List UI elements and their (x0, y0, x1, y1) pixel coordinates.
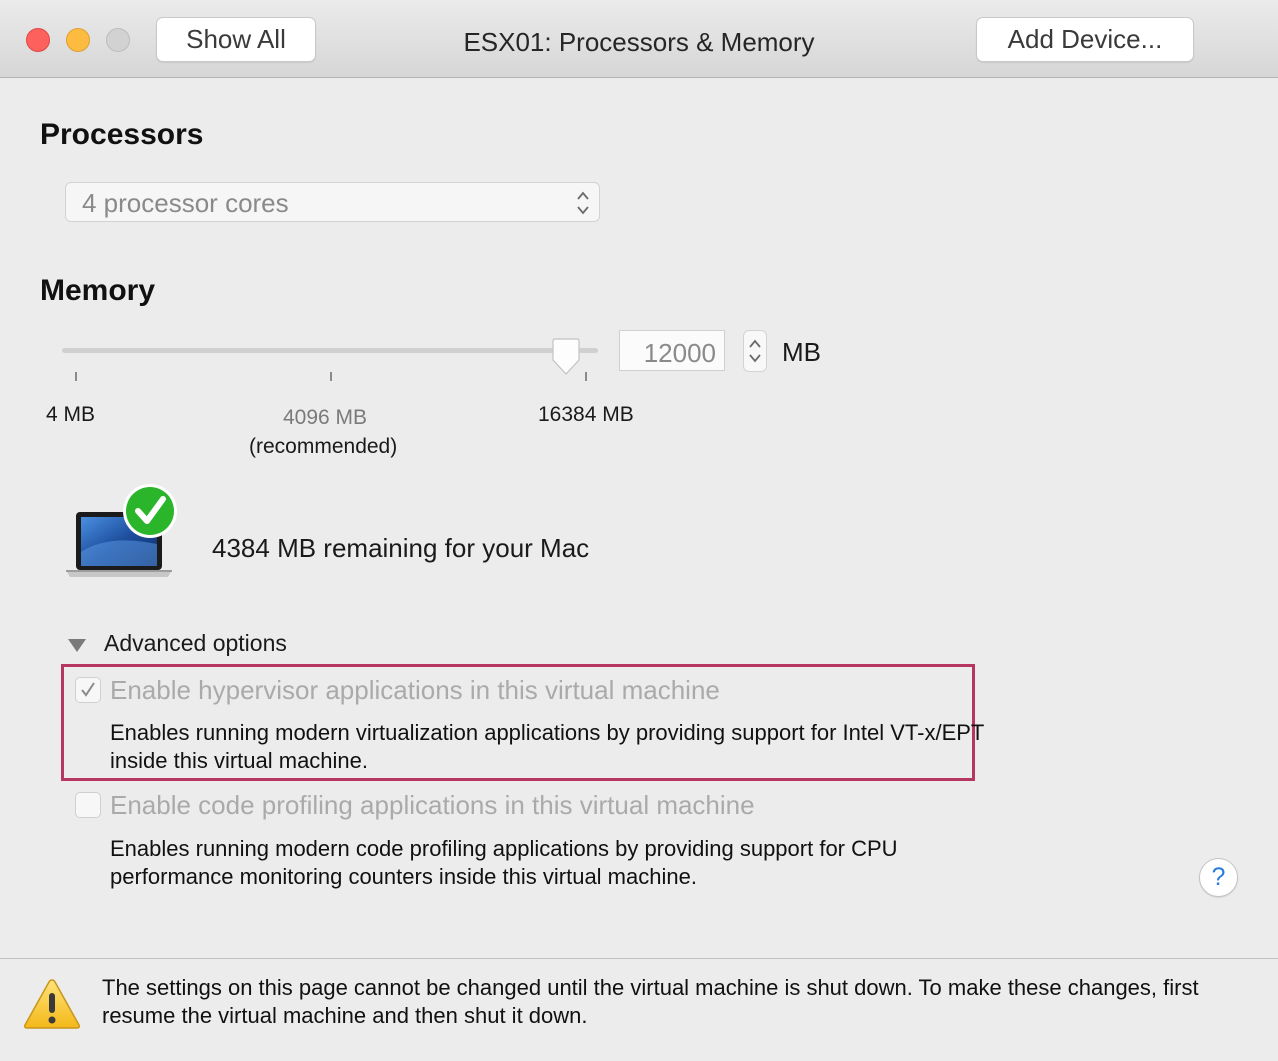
code-profiling-checkbox[interactable] (75, 792, 101, 818)
slider-recommended-note: (recommended) (249, 435, 398, 458)
warning-icon (24, 979, 80, 1029)
memory-heading: Memory (40, 274, 156, 307)
memory-slider-track[interactable] (62, 348, 598, 353)
checkmark-icon (81, 682, 95, 697)
processors-heading: Processors (40, 118, 204, 151)
slider-max-label: 16384 MB (538, 403, 634, 426)
slider-tick-min (75, 372, 77, 381)
memory-remaining-text: 4384 MB remaining for your Mac (212, 533, 590, 563)
memory-unit-label: MB (782, 337, 821, 367)
processor-cores-value: 4 processor cores (82, 188, 289, 218)
help-button[interactable]: ? (1199, 858, 1238, 897)
updown-chevron-icon (577, 191, 589, 215)
slider-recommended-label: 4096 MB (283, 406, 368, 429)
code-profiling-option-description: Enables running modern code profiling ap… (110, 836, 898, 889)
stepper-arrows-icon (749, 339, 761, 363)
add-device-button[interactable]: Add Device... (976, 17, 1194, 62)
processor-cores-select[interactable]: 4 processor cores (65, 182, 600, 222)
macbook-check-icon (66, 484, 177, 577)
memory-value-field[interactable]: 12000 (619, 330, 725, 371)
hypervisor-option-label[interactable]: Enable hypervisor applications in this v… (110, 675, 720, 706)
slider-tick-max (585, 372, 587, 381)
footer-warning-text: The settings on this page cannot be chan… (102, 975, 1199, 1028)
disclosure-triangle-icon[interactable] (67, 637, 87, 653)
window-toolbar: Show All ESX01: Processors & Memory Add … (0, 0, 1278, 78)
hypervisor-checkbox[interactable] (75, 677, 101, 703)
memory-slider-thumb[interactable] (550, 338, 582, 376)
hypervisor-option-description: Enables running modern virtualization ap… (110, 720, 984, 773)
slider-min-label: 4 MB (46, 403, 96, 426)
code-profiling-option-label[interactable]: Enable code profiling applications in th… (110, 790, 755, 821)
status-footer: The settings on this page cannot be chan… (0, 958, 1278, 1061)
advanced-options-toggle[interactable]: Advanced options (104, 630, 287, 657)
slider-tick-recommended (330, 372, 332, 381)
memory-stepper[interactable] (743, 330, 767, 372)
